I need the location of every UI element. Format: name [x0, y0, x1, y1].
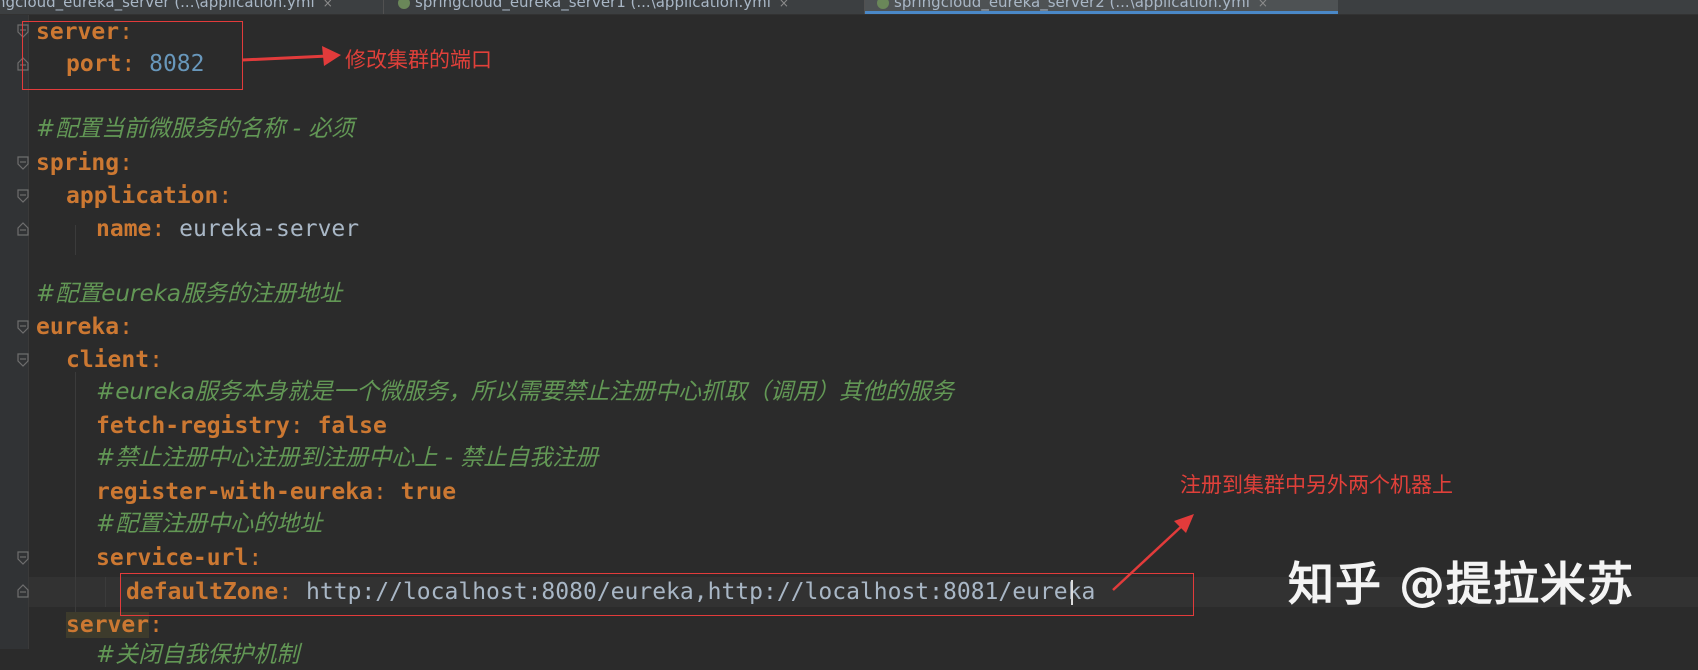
arrowhead: [322, 46, 341, 66]
port-annotation: 修改集群的端口: [345, 48, 492, 72]
arrow-line: [241, 54, 329, 62]
watermark: 知乎 @提拉米苏: [1288, 557, 1635, 611]
arrow-line: [1112, 523, 1185, 591]
cluster-annotation: 注册到集群中另外两个机器上: [1180, 473, 1453, 497]
